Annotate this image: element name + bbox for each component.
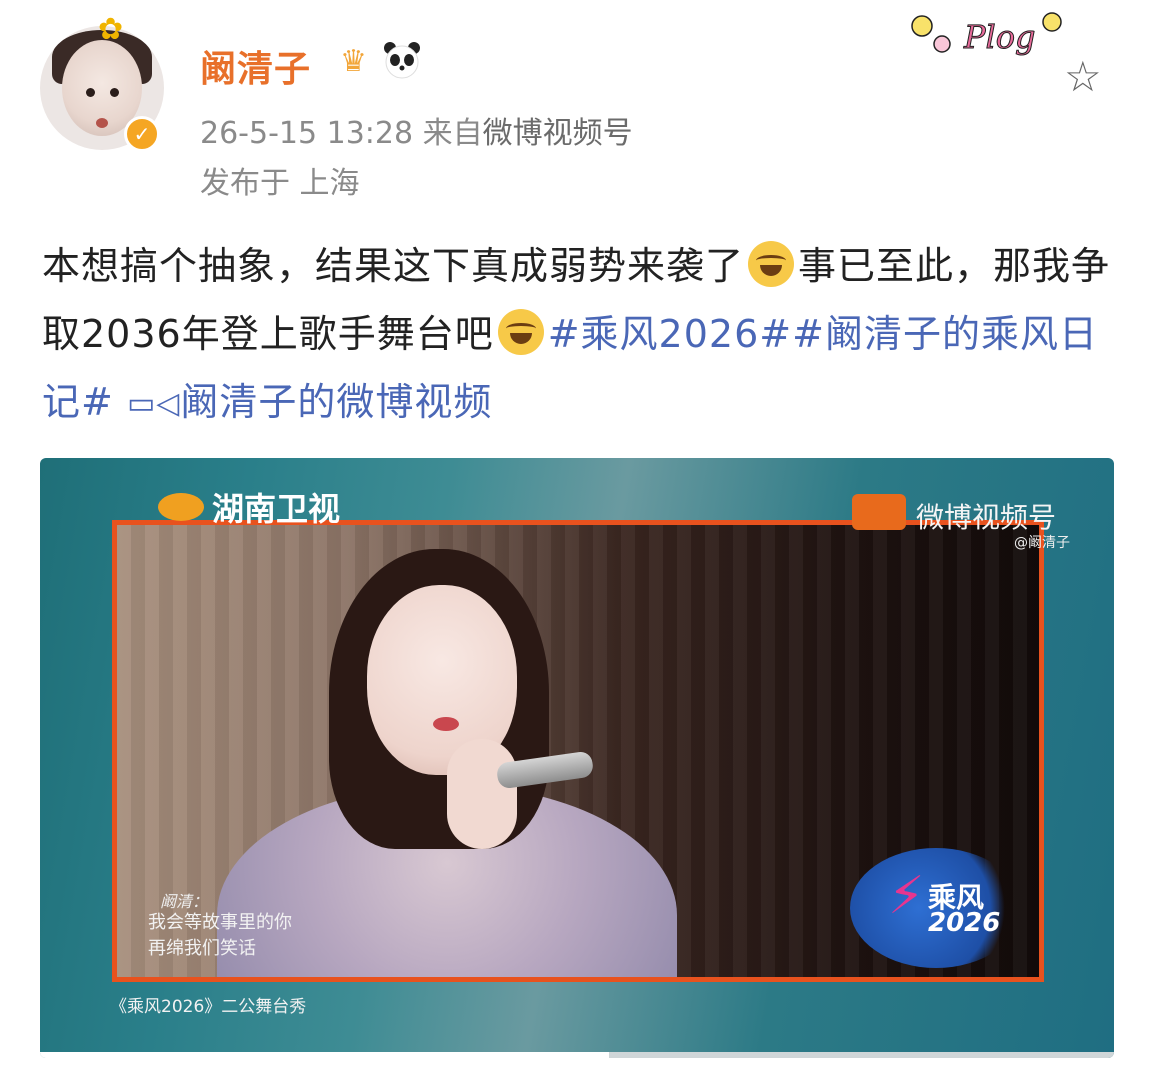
singer-hand: [447, 739, 517, 849]
avatar-eye: [86, 88, 95, 97]
platform-watermark: 微博视频号: [916, 501, 1057, 534]
lyric-line: 再绵我们笑话: [148, 938, 256, 959]
post-text-part-1: 本想搞个抽象，结果这下真成弱势来袭了: [42, 244, 745, 288]
watermark-handle: @阚清子: [1014, 535, 1070, 551]
show-logo-mark-icon: ⚡: [888, 866, 925, 926]
progress-bar[interactable]: [40, 1052, 1114, 1058]
singer-lips: [433, 717, 459, 731]
avatar-mouth: [96, 118, 108, 128]
video-link[interactable]: ▭◁阚清子的微博视频: [127, 380, 492, 424]
show-year: 2026: [928, 908, 1001, 938]
hunan-tv-logo-icon: [158, 493, 204, 521]
username[interactable]: 阚清子: [200, 40, 311, 92]
avatar-decoration-icon: ✿: [98, 12, 124, 47]
progress-fill: [40, 1052, 610, 1058]
verified-badge-icon: ✓: [124, 116, 160, 152]
video-player[interactable]: 湖南卫视 微博视频号 @阚清子 阚清： 我会等故事里的你 再绵我们笑话 ⚡ 乘风…: [40, 458, 1114, 1058]
video-link-text: 阚清子的微博视频: [180, 380, 493, 424]
lyric-line: 我会等故事里的你: [148, 912, 292, 933]
star-icon[interactable]: ☆: [1064, 52, 1102, 101]
rofl-emoji: [748, 241, 795, 287]
source-prefix: 来自: [422, 116, 483, 151]
mango-tv-logo-icon: [852, 494, 906, 530]
crown-icon[interactable]: ♛: [340, 44, 367, 79]
source-link[interactable]: 微博视频号: [483, 116, 633, 151]
post-meta: 26-5-15 13:28 来自微博视频号: [200, 108, 633, 152]
hashtag-link[interactable]: #乘风2026#: [548, 312, 792, 356]
location: 发布于 上海: [200, 166, 360, 201]
rofl-emoji: [497, 309, 544, 355]
plog-label: Plog: [963, 18, 1036, 56]
avatar-eye: [110, 88, 119, 97]
channel-logo: 湖南卫视: [158, 484, 340, 530]
video-icon: ▭◁: [126, 386, 181, 421]
channel-logo-text: 湖南卫视: [212, 490, 341, 528]
panda-icon[interactable]: [382, 40, 422, 80]
post-text: 本想搞个抽象，结果这下真成弱势来袭了 事已至此，那我争取2036年登上歌手舞台吧 #…: [42, 232, 1122, 438]
timestamp: 26-5-15 13:28: [200, 116, 414, 151]
video-caption: 《乘风2026》二公舞台秀: [110, 997, 307, 1017]
plog-sticker[interactable]: Plog: [902, 4, 1072, 66]
